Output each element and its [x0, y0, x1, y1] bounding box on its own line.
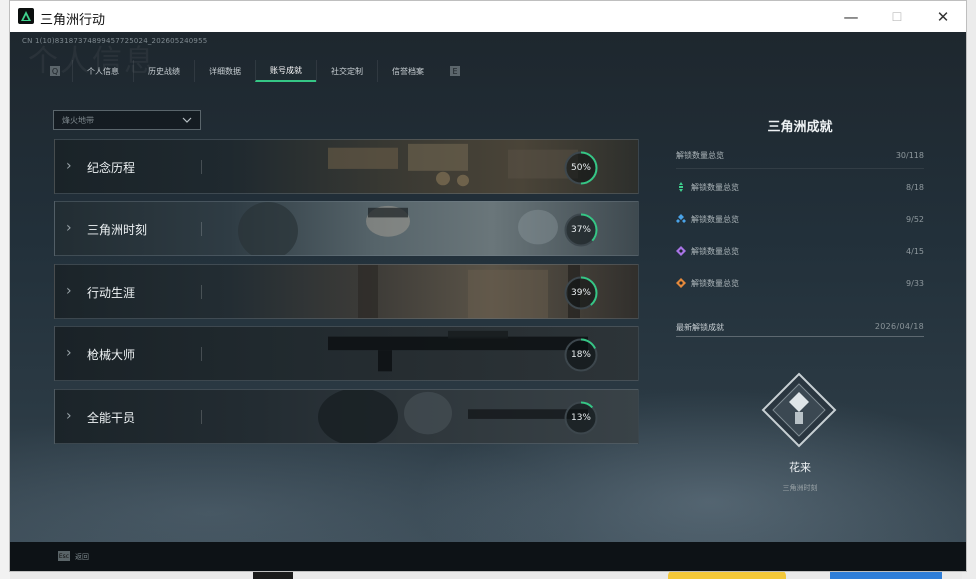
player-uid: CN 1(10)83187374899457725024_20260524095… — [22, 37, 208, 45]
panel-title: 三角洲成就 — [767, 120, 833, 135]
progress-percent: 39% — [570, 288, 591, 298]
app-logo-icon — [18, 8, 34, 24]
progress-percent: 37% — [570, 225, 591, 235]
unlock-label: 解锁数量总览 — [691, 214, 739, 224]
latest-unlock-label: 最新解锁成就 — [676, 323, 724, 332]
close-button[interactable]: ✕ — [920, 1, 966, 32]
unlock-row-green: 解锁数量总览 8/18 — [676, 180, 924, 194]
divider — [676, 336, 924, 337]
category-name: 行动生涯 — [87, 286, 136, 300]
category-row-delta-moments[interactable]: › 三角洲时刻 37% — [54, 201, 639, 256]
category-name: 枪械大师 — [87, 348, 136, 362]
category-row-memorial[interactable]: › 纪念历程 50% — [54, 139, 639, 194]
tab-profile[interactable]: 个人信息 — [72, 60, 133, 82]
divider — [201, 410, 202, 424]
unlock-row-orange: 解锁数量总览 9/33 — [676, 276, 924, 290]
game-view: 个人信息 CN 1(10)83187374899457725024_202605… — [10, 32, 966, 542]
unlock-value: 9/52 — [906, 214, 924, 224]
window-title: 三角洲行动 — [40, 13, 106, 28]
category-row-all-round-operator[interactable]: › 全能干员 13% — [54, 389, 639, 444]
blue-rank-icon — [676, 214, 686, 223]
medal-name: 花来 — [789, 461, 811, 474]
chevron-right-icon: › — [66, 345, 72, 361]
mode-filter-value: 烽火地带 — [62, 115, 94, 125]
tab-history[interactable]: 历史战绩 — [133, 60, 194, 82]
tab-prev-key[interactable]: Q — [50, 66, 60, 76]
divider — [201, 347, 202, 361]
unlock-label: 解锁数量总览 — [691, 182, 739, 192]
mode-filter-dropdown[interactable]: 烽火地带 — [53, 110, 201, 130]
category-name: 三角洲时刻 — [87, 223, 148, 237]
tab-achievements[interactable]: 账号成就 — [255, 60, 316, 82]
category-row-weapon-master[interactable]: › 枪械大师 18% — [54, 326, 639, 381]
divider — [201, 222, 202, 236]
category-name: 全能干员 — [87, 411, 136, 425]
achievement-medal-icon[interactable] — [761, 372, 837, 448]
chevron-right-icon: › — [66, 283, 72, 299]
unlock-value: 8/18 — [906, 182, 924, 192]
chevron-down-icon — [182, 117, 192, 123]
unlock-row-purple: 解锁数量总览 4/15 — [676, 244, 924, 258]
progress-percent: 50% — [570, 163, 591, 173]
category-name: 纪念历程 — [87, 161, 136, 175]
total-unlock-label: 解锁数量总览 — [676, 150, 724, 160]
total-unlock-row: 解锁数量总览 30/118 — [676, 148, 924, 162]
chevron-right-icon: › — [66, 158, 72, 174]
progress-percent: 13% — [570, 413, 591, 423]
unlock-label: 解锁数量总览 — [691, 246, 739, 256]
maximize-button[interactable]: ☐ — [874, 1, 920, 32]
minimize-button[interactable]: — — [828, 1, 874, 32]
chevron-right-icon: › — [66, 408, 72, 424]
app-window: 三角洲行动 — ☐ ✕ 个人信息 CN 1(10)831873748994577… — [9, 0, 967, 572]
unlock-row-blue: 解锁数量总览 9/52 — [676, 212, 924, 226]
purple-rank-icon — [676, 246, 686, 256]
category-row-operation-career[interactable]: › 行动生涯 39% — [54, 264, 639, 319]
total-unlock-value: 30/118 — [895, 150, 924, 160]
bottom-hint-bar: Esc 返回 — [10, 542, 966, 571]
divider — [201, 285, 202, 299]
divider — [201, 160, 202, 174]
unlock-value: 9/33 — [906, 278, 924, 288]
latest-unlock-date: 2026/04/18 — [874, 322, 924, 331]
latest-unlock-header: 最新解锁成就 2026/04/18 — [676, 322, 924, 333]
esc-key-hint[interactable]: Esc — [58, 551, 70, 561]
tab-details[interactable]: 详细数据 — [194, 60, 255, 82]
title-bar: 三角洲行动 — ☐ ✕ — [10, 1, 966, 32]
green-rank-icon — [679, 182, 683, 192]
orange-rank-icon — [676, 278, 686, 288]
top-tab-bar: Q 个人信息 历史战绩 详细数据 账号成就 社交定制 信誉档案 E — [50, 60, 460, 82]
divider — [676, 168, 924, 169]
unlock-label: 解锁数量总览 — [691, 278, 739, 288]
back-label: 返回 — [75, 553, 89, 561]
tab-reputation[interactable]: 信誉档案 — [377, 60, 438, 82]
medal-category: 三角洲时刻 — [782, 484, 818, 492]
progress-percent: 18% — [570, 350, 591, 360]
tab-next-key[interactable]: E — [450, 66, 460, 76]
unlock-value: 4/15 — [906, 246, 924, 256]
tab-social[interactable]: 社交定制 — [316, 60, 377, 82]
chevron-right-icon: › — [66, 220, 72, 236]
